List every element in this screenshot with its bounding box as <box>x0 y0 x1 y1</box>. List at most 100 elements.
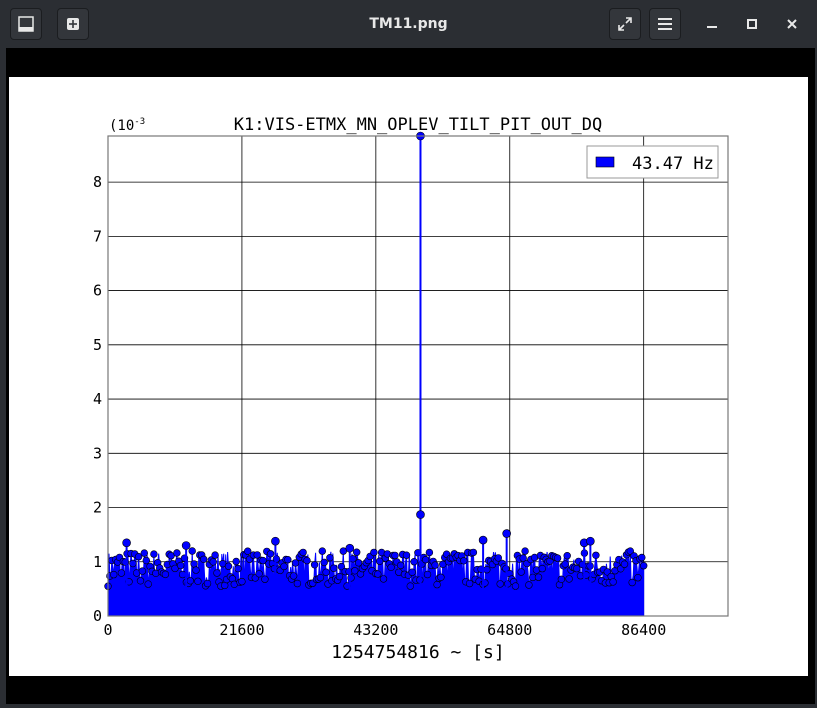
data-point <box>117 569 126 577</box>
minimize-icon <box>707 26 717 28</box>
data-point <box>181 541 191 550</box>
data-point <box>330 564 338 572</box>
chart-grid <box>107 136 728 617</box>
data-point <box>232 557 240 566</box>
data-point <box>347 574 355 582</box>
data-point <box>109 570 118 579</box>
data-point <box>592 551 600 559</box>
data-point <box>261 575 269 583</box>
data-point <box>190 560 198 568</box>
x-tick-label: 64800 <box>487 621 532 639</box>
data-point <box>483 566 491 574</box>
data-point <box>289 572 298 580</box>
data-point <box>469 548 478 557</box>
data-point <box>320 558 328 567</box>
data-point <box>609 578 617 586</box>
plot-frame <box>107 135 729 617</box>
data-point <box>563 552 571 560</box>
y-tick-label: 2 <box>93 499 102 517</box>
data-point <box>402 551 411 559</box>
hamburger-menu-icon <box>658 18 672 30</box>
data-point <box>639 562 648 570</box>
window-title: TM11.png <box>369 16 448 32</box>
data-point <box>421 556 430 564</box>
data-point <box>397 561 405 570</box>
data-point <box>410 558 418 566</box>
data-point <box>423 570 432 579</box>
data-point <box>517 568 525 576</box>
legend-swatch <box>595 156 615 168</box>
minimize-button[interactable] <box>696 8 728 40</box>
close-button[interactable] <box>776 8 808 40</box>
fullscreen-button[interactable] <box>609 8 641 40</box>
data-point <box>408 568 416 576</box>
data-point <box>177 561 185 570</box>
y-tick-label: 5 <box>93 336 102 354</box>
data-point <box>303 556 311 565</box>
y-tick-label: 3 <box>93 444 102 462</box>
data-point <box>565 575 573 583</box>
data-point <box>142 556 151 565</box>
maximize-button[interactable] <box>736 8 768 40</box>
data-point <box>178 570 187 579</box>
data-point <box>234 564 242 573</box>
window-titlebar: TM11.png <box>0 0 817 48</box>
legend: 43.47 Hz <box>586 145 719 179</box>
data-point <box>391 551 399 560</box>
x-tick-label: 43200 <box>353 621 398 639</box>
legend-entry-label: 43.47 Hz <box>632 154 714 174</box>
data-point <box>511 582 520 590</box>
data-point <box>374 570 382 578</box>
data-point <box>271 536 280 546</box>
data-point <box>370 548 378 557</box>
data-point <box>496 580 504 588</box>
fullscreen-icon <box>618 17 632 31</box>
data-point <box>188 547 196 555</box>
data-point <box>620 560 629 568</box>
data-point <box>203 579 212 588</box>
data-point <box>150 550 158 558</box>
data-point <box>266 550 275 558</box>
data-point <box>345 543 355 553</box>
chart: (10-3 K1:VIS-ETMX_MN_OPLEV_TILT_PIT_OUT_… <box>93 115 729 663</box>
y-tick-label: 8 <box>93 173 102 191</box>
menu-button[interactable] <box>649 8 681 40</box>
data-point <box>200 555 208 563</box>
data-point <box>316 573 325 582</box>
y-tick-label: 1 <box>93 553 102 571</box>
data-point <box>129 559 137 568</box>
y-tick-label: 6 <box>93 282 102 300</box>
data-point <box>561 560 569 568</box>
data-point <box>465 579 474 588</box>
data-point <box>209 558 217 566</box>
data-point <box>255 570 263 578</box>
data-point <box>138 567 147 575</box>
y-tick-label: 4 <box>93 390 102 408</box>
data-point <box>460 557 468 565</box>
y-tick-label: 0 <box>93 607 102 625</box>
data-point <box>322 568 330 576</box>
x-tick-label: 0 <box>103 621 112 639</box>
data-point <box>557 575 566 583</box>
close-icon <box>787 19 797 29</box>
data-point <box>431 561 439 569</box>
data-point <box>478 535 488 545</box>
data-point <box>326 554 334 562</box>
data-point <box>211 551 219 559</box>
data-point <box>213 569 221 577</box>
data-point <box>353 548 361 556</box>
data-point <box>387 563 395 571</box>
chart-title: K1:VIS-ETMX_MN_OPLEV_TILT_PIT_OUT_DQ <box>234 115 602 135</box>
data-point <box>437 573 445 581</box>
data-point <box>284 556 292 564</box>
x-tick-label: 21600 <box>219 621 264 639</box>
data-point <box>534 573 543 581</box>
data-point <box>310 561 319 569</box>
data-point <box>238 577 246 586</box>
data-point <box>194 577 202 585</box>
data-point <box>538 564 546 573</box>
data-point <box>318 547 326 555</box>
data-point <box>521 547 529 555</box>
data-point <box>280 562 288 571</box>
data-point <box>224 562 233 570</box>
